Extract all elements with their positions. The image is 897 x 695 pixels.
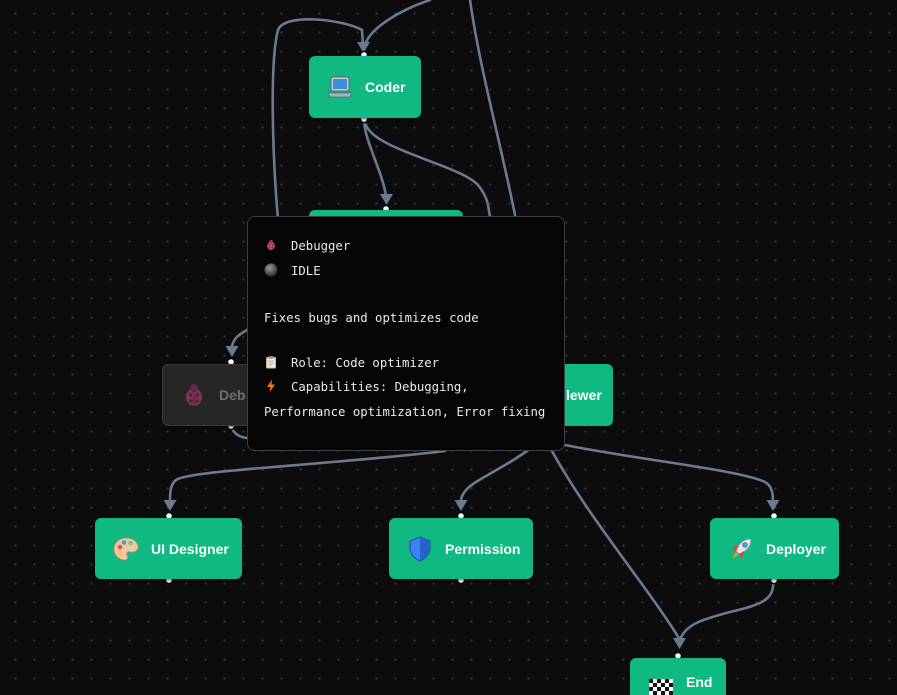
tooltip-capabilities: Capabilities: Debugging, Performance opt…: [264, 380, 546, 419]
node-label: Deb: [219, 387, 246, 403]
edge-loop-to-coder: [271, 18, 365, 222]
lightning-icon: [264, 378, 280, 401]
arrow-ui-designer-in: [163, 500, 177, 511]
arrow-deployer-in: [766, 500, 780, 511]
edge-coder-reviewer: [364, 123, 492, 218]
laptop-icon: [325, 72, 355, 102]
edge-to-end: [550, 449, 682, 642]
node-label: lewer: [566, 387, 602, 403]
node-coder[interactable]: Coder: [309, 56, 421, 118]
clipboard-icon: [264, 354, 280, 377]
edge-to-permission: [459, 449, 529, 504]
edge-deployer-end: [678, 579, 775, 642]
edge-top-to-coder: [363, 0, 432, 47]
node-permission[interactable]: Permission: [389, 518, 533, 579]
node-ui-designer[interactable]: UI Designer: [95, 518, 242, 579]
tooltip-status: IDLE: [291, 263, 321, 278]
node-label: Coder: [365, 79, 406, 95]
edge-to-deployer: [563, 443, 775, 504]
node-deployer[interactable]: Deployer: [710, 518, 839, 579]
checkered-flag-icon: [646, 674, 676, 695]
edge-to-ui-designer: [168, 449, 447, 504]
node-tooltip: Debugger IDLE Fixes bugs and optimizes c…: [247, 216, 565, 451]
bug-icon: [179, 380, 209, 410]
arrow-hidden-in: [380, 194, 393, 205]
node-end[interactable]: End: [630, 658, 726, 695]
arrow-debugger-in: [225, 346, 239, 357]
node-label: Permission: [445, 540, 521, 557]
workflow-canvas[interactable]: Coder lewer Deb UI Designer Permission D…: [0, 0, 897, 695]
bug-icon: [264, 237, 280, 260]
node-label: UI Designer: [151, 540, 229, 557]
node-label: End: [686, 674, 713, 690]
node-label: Deployer: [766, 540, 826, 557]
status-dot-icon: [264, 262, 280, 285]
rocket-icon: [726, 534, 756, 564]
arrow-permission-in: [454, 500, 468, 511]
tooltip-description: Fixes bugs and optimizes code: [264, 310, 479, 325]
tooltip-role: Role: Code optimizer: [291, 355, 440, 370]
tooltip-name: Debugger: [291, 239, 351, 253]
arrow-end-in: [673, 638, 686, 649]
edge-to-debugger: [230, 328, 249, 350]
palette-icon: [111, 534, 141, 564]
shield-icon: [405, 534, 435, 564]
edge-coder-down: [362, 117, 388, 198]
